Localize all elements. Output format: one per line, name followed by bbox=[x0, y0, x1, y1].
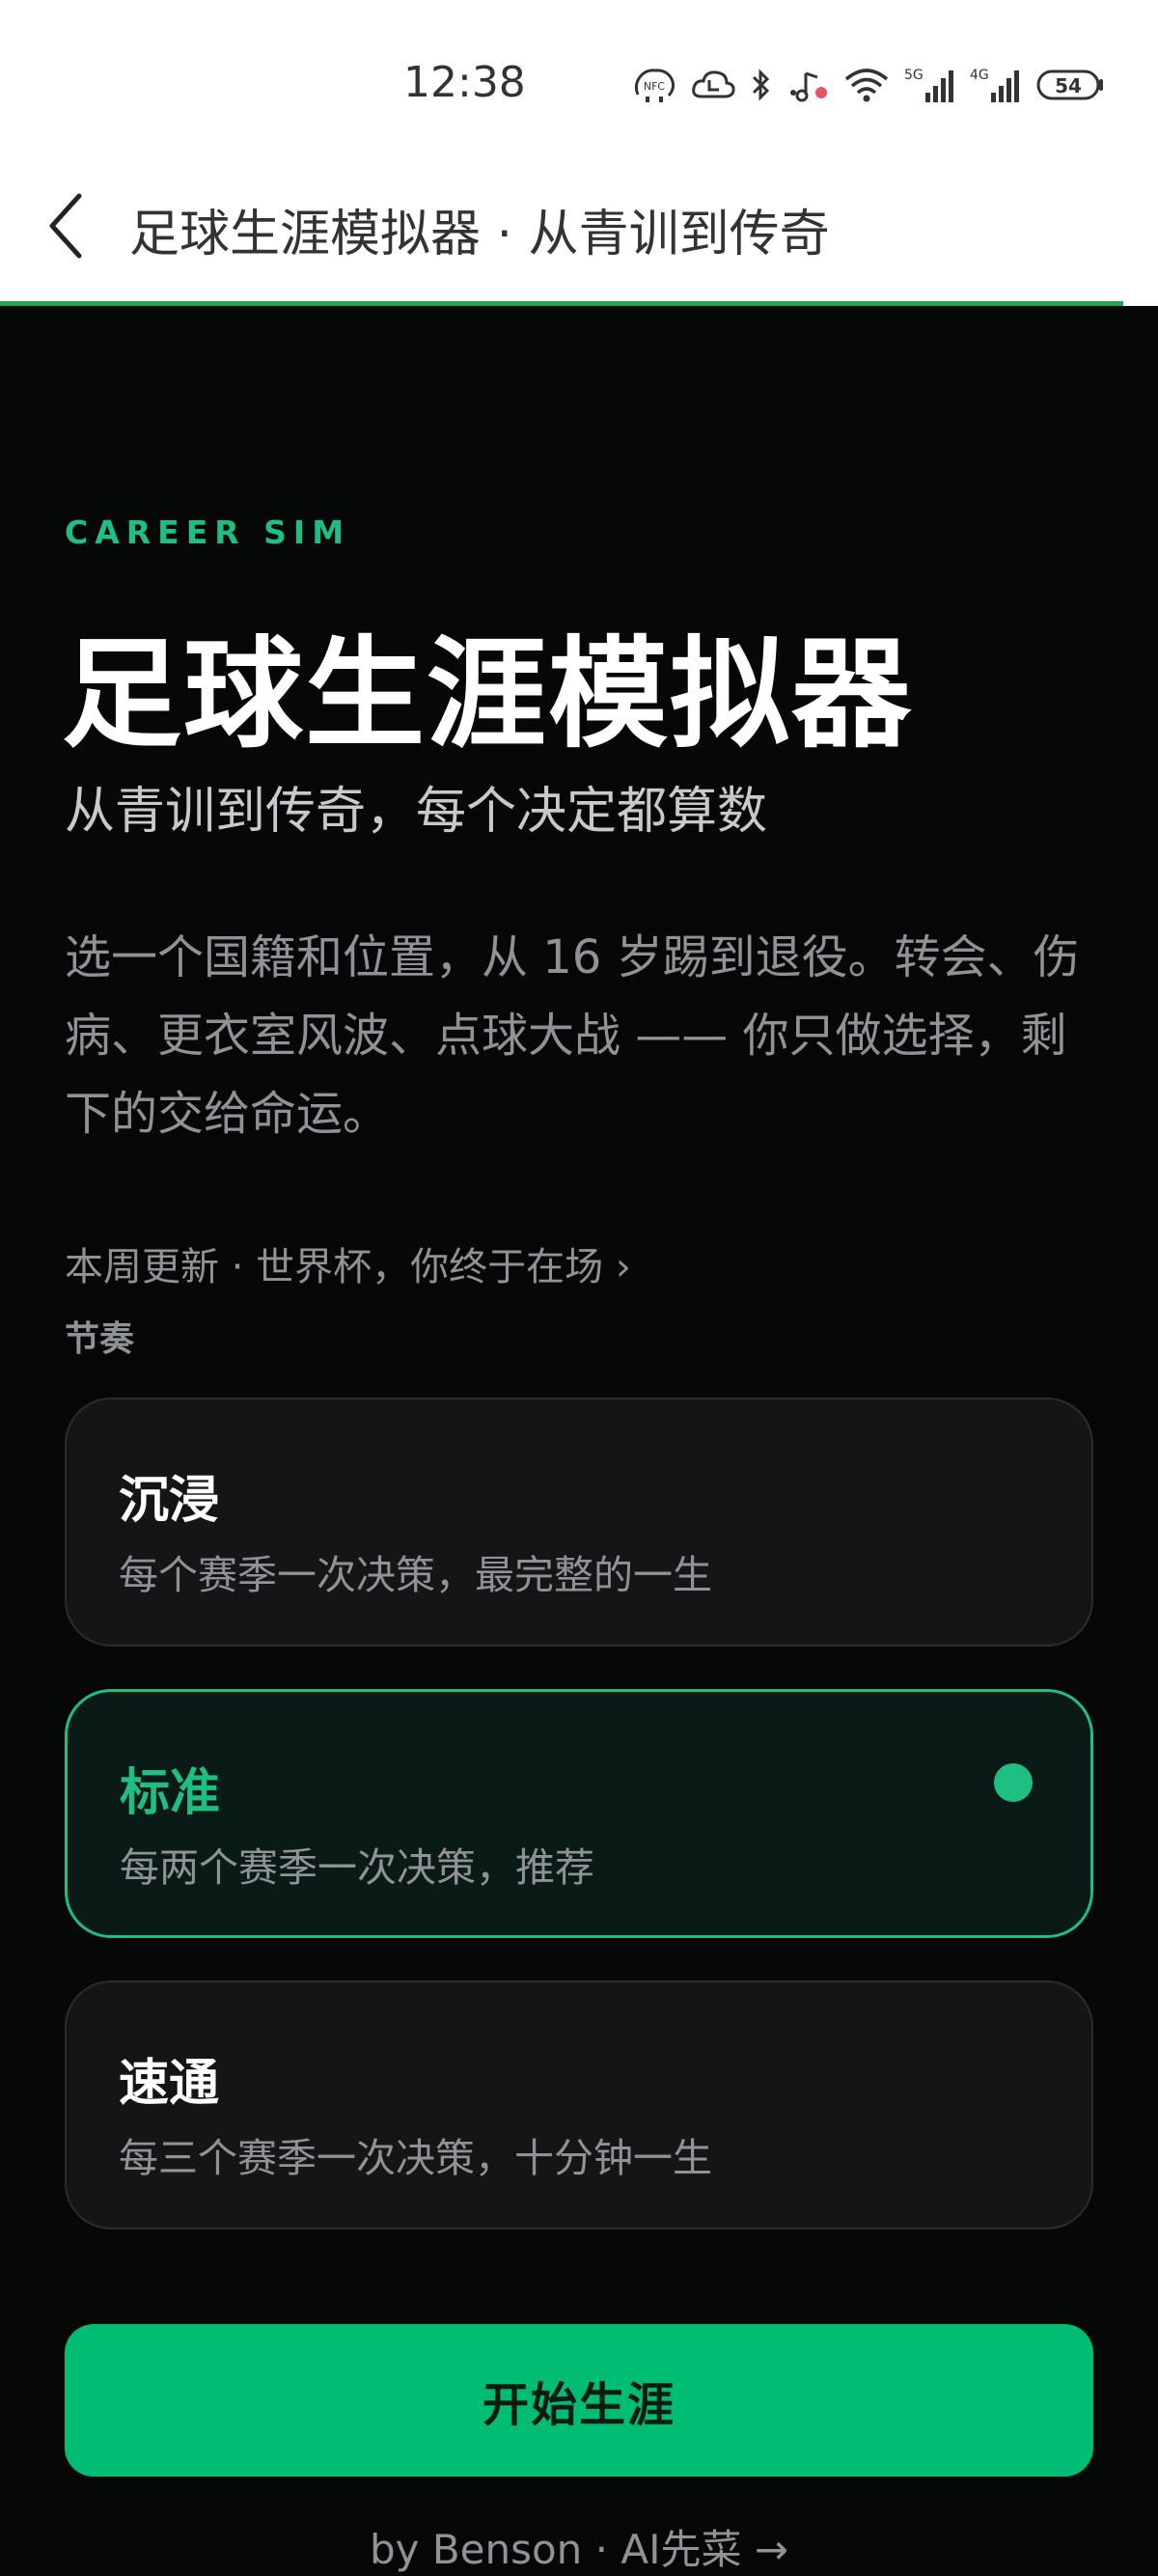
author-link[interactable]: by Benson · AI先菜 → bbox=[0, 2517, 1158, 2576]
hero-description: 选一个国籍和位置，从 16 岁踢到退役。转会、伤病、更衣室风波、点球大战 —— … bbox=[65, 930, 1080, 1141]
nfc-icon: NFC bbox=[632, 64, 676, 106]
pace-option-standard[interactable]: 标准 每两个赛季一次决策，推荐 bbox=[65, 1689, 1093, 1938]
status-time: 12:38 bbox=[403, 58, 526, 107]
pace-option-desc: 每两个赛季一次决策，推荐 bbox=[120, 1844, 594, 1891]
battery-icon: 54 bbox=[1035, 64, 1105, 106]
status-icons: NFC 5G 4G 54 bbox=[632, 64, 1105, 106]
pace-option-title: 沉浸 bbox=[119, 1472, 220, 1530]
cloud-icon bbox=[690, 64, 736, 106]
page-title: 足球生涯模拟器 · 从青训到传奇 bbox=[129, 206, 830, 263]
pace-option-title: 速通 bbox=[119, 2055, 220, 2113]
music-icon bbox=[786, 64, 829, 106]
signal-4g-icon: 4G bbox=[970, 64, 1022, 106]
start-career-label: 开始生涯 bbox=[482, 2378, 676, 2432]
pace-option-immersive[interactable]: 沉浸 每个赛季一次决策，最完整的一生 bbox=[65, 1398, 1093, 1647]
pace-section-label: 节奏 bbox=[65, 1319, 135, 1359]
status-bar: 12:38 NFC 5G 4G 54 bbox=[0, 0, 1158, 164]
pace-option-title: 标准 bbox=[120, 1764, 221, 1822]
signal-5g-text: 5G bbox=[904, 68, 924, 83]
signal-4g-text: 4G bbox=[970, 68, 989, 83]
battery-level: 54 bbox=[1055, 74, 1082, 97]
hero-title: 足球生涯模拟器 bbox=[62, 625, 914, 764]
weekly-update-link[interactable]: 本周更新 · 世界杯，你终于在场 › bbox=[65, 1235, 631, 1291]
signal-5g-icon: 5G bbox=[904, 64, 956, 106]
chevron-left-icon bbox=[49, 193, 82, 259]
selected-indicator-dot bbox=[994, 1763, 1033, 1802]
wifi-icon bbox=[842, 64, 891, 106]
pace-option-desc: 每三个赛季一次决策，十分钟一生 bbox=[119, 2135, 712, 2181]
nfc-icon-text: NFC bbox=[644, 80, 666, 93]
kicker-label: CAREER SIM bbox=[65, 513, 351, 551]
hero-subtitle: 从青训到传奇，每个决定都算数 bbox=[65, 783, 768, 841]
pace-option-desc: 每个赛季一次决策，最完整的一生 bbox=[119, 1552, 712, 1598]
start-career-button[interactable]: 开始生涯 bbox=[65, 2324, 1093, 2477]
back-button[interactable] bbox=[29, 181, 102, 270]
pace-option-speedrun[interactable]: 速通 每三个赛季一次决策，十分钟一生 bbox=[65, 1980, 1093, 2230]
bluetooth-icon bbox=[750, 64, 773, 106]
